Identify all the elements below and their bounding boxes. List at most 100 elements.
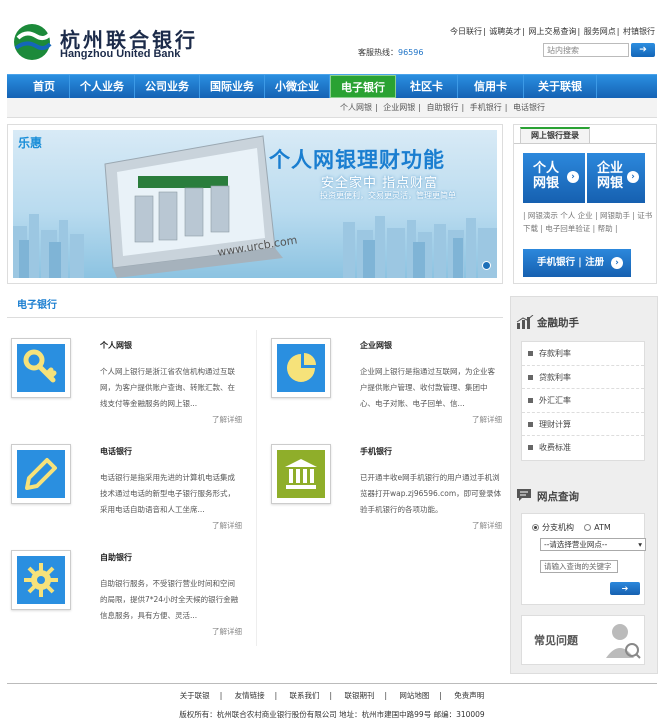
item-title[interactable]: 自助银行: [100, 552, 132, 563]
service-item-personal: 个人网银 个人网上银行是浙江省农信机构通过互联网，为客户提供账户查询、转账汇款、…: [8, 330, 248, 430]
logo-english-name[interactable]: Hangzhou United Bank: [60, 48, 180, 60]
learn-more-link[interactable]: 了解详细: [472, 520, 502, 531]
personal-ebank-icon-box[interactable]: [11, 338, 71, 398]
top-link-today[interactable]: 今日联行: [450, 27, 482, 36]
search-arrow-icon: ➔: [639, 45, 647, 55]
branch-select-value: --请选择营业网点--: [544, 540, 608, 549]
nav-personal[interactable]: 个人业务: [70, 75, 135, 98]
item-description: 已开通丰收e网手机银行的用户通过手机浏览器打开wap.zj96596.com，即…: [360, 473, 502, 514]
item-title[interactable]: 个人网银: [100, 340, 132, 351]
top-links: 今日联行| 诚聘英才| 网上交易查询| 服务网点| 村镇银行: [450, 27, 655, 36]
nav-credit-card[interactable]: 信用卡: [458, 75, 524, 98]
top-link-village-banks[interactable]: 村镇银行: [623, 27, 655, 36]
finance-loan-rate[interactable]: 贷款利率: [522, 366, 644, 389]
item-description: 电话银行是指采用先进的计算机电话集成技术通过电话的新型电子银行服务形式，采用电话…: [100, 473, 235, 514]
branch-query-title: 网点查询: [537, 491, 579, 503]
subnav-self-service[interactable]: 自助银行: [427, 103, 459, 112]
footer-sitemap[interactable]: 网站地图: [399, 691, 429, 700]
right-sidebar: 金融助手 存款利率 贷款利率 外汇汇率 理财计算 收费标准 网点查询 分支机构 …: [510, 296, 658, 674]
footer-journal[interactable]: 联银期刊: [344, 691, 374, 700]
chevron-right-icon: ›: [611, 257, 623, 269]
nav-home[interactable]: 首页: [7, 75, 70, 98]
footer-links: 关于联银 | 友情链接 | 联系我们 | 联银期刊 | 网站地图 | 免责声明: [179, 691, 485, 700]
keyword-input[interactable]: 请输入查询的关键字: [540, 560, 618, 573]
lehui-badge: 乐惠: [18, 136, 43, 150]
bullet-icon: [528, 421, 533, 427]
top-link-trade-query[interactable]: 网上交易查询: [529, 27, 577, 36]
finance-item-label: 收费标准: [539, 443, 571, 452]
finance-fees[interactable]: 收费标准: [522, 436, 644, 460]
nav-small-business[interactable]: 小微企业: [265, 75, 330, 98]
finance-helper-list: 存款利率 贷款利率 外汇汇率 理财计算 收费标准: [521, 341, 645, 461]
finance-item-label: 贷款利率: [539, 372, 571, 382]
subnav-corporate-ebank[interactable]: 企业网银: [383, 103, 415, 112]
faq-box[interactable]: 常见问题: [521, 615, 645, 665]
item-description: 自助银行服务，不受银行营业时间和空间的局限，提供7*24小时全天候的银行金融信息…: [100, 579, 239, 620]
nav-community-card[interactable]: 社区卡: [396, 75, 458, 98]
footer-about[interactable]: 关于联银: [180, 691, 210, 700]
top-link-jobs[interactable]: 诚聘英才: [489, 27, 521, 36]
item-title[interactable]: 手机银行: [360, 446, 392, 457]
phone-bank-icon-box[interactable]: [11, 444, 71, 504]
branch-select[interactable]: --请选择营业网点-- ▾: [540, 538, 646, 551]
enterprise-ebank-icon-box[interactable]: [271, 338, 331, 398]
subnav-personal-ebank[interactable]: 个人网银: [340, 103, 372, 112]
footer-contact[interactable]: 联系我们: [290, 691, 320, 700]
bank-building-icon: [277, 450, 325, 498]
bar-chart-icon: [516, 315, 534, 329]
finance-item-label: 理财计算: [539, 419, 571, 429]
banner-subtitle-2: 投资更便利，交易更灵活，管理更简单: [320, 191, 456, 200]
login-helper-links[interactable]: | 网银演示 个人 企业 | 网银助手 | 证书下载 | 电子回单验证 | 帮助…: [523, 209, 655, 235]
radio-atm[interactable]: [584, 524, 592, 531]
radio-branch[interactable]: [532, 524, 539, 531]
main-nav: 首页 个人业务 公司业务 国际业务 小微企业 电子银行 社区卡 信用卡 关于联银: [7, 74, 657, 98]
search-input[interactable]: 站内搜索: [543, 43, 629, 57]
key-icon: [17, 344, 65, 392]
arrow-right-icon: ➔: [621, 584, 629, 593]
finance-deposit-rate[interactable]: 存款利率: [522, 342, 644, 366]
top-link-outlets[interactable]: 服务网点: [584, 27, 616, 36]
bullet-icon: [528, 351, 533, 356]
tab-ebank-login[interactable]: 网上银行登录: [520, 127, 590, 143]
section-title: 电子银行: [7, 296, 503, 318]
finance-fx-rate[interactable]: 外汇汇率: [522, 389, 644, 413]
item-description: 个人网上银行是浙江省农信机构通过互联网，为客户提供账户查询、转账汇款、在线支付等…: [100, 367, 235, 408]
footer-disclaimer[interactable]: 免责声明: [454, 691, 484, 700]
query-button[interactable]: ➔: [610, 582, 640, 595]
enterprise-ebank-button[interactable]: 企业 网银 ›: [587, 153, 645, 203]
tab-divider: [514, 143, 656, 144]
nav-international[interactable]: 国际业务: [200, 75, 265, 98]
subnav-phone-bank[interactable]: 电话银行: [513, 103, 545, 112]
bank-logo-icon[interactable]: [12, 22, 56, 62]
learn-more-link[interactable]: 了解详细: [212, 626, 242, 637]
carousel-dot[interactable]: [482, 261, 491, 270]
learn-more-link[interactable]: 了解详细: [212, 520, 242, 531]
personal-ebank-button[interactable]: 个人 网银 ›: [523, 153, 585, 203]
finance-item-label: 外汇汇率: [539, 396, 571, 405]
footer-friend-links[interactable]: 友情链接: [235, 691, 265, 700]
mobile-bank-icon-box[interactable]: [271, 444, 331, 504]
mobile-bank-register-button[interactable]: 手机银行 | 注册 ›: [523, 249, 631, 277]
gear-icon: [17, 556, 65, 604]
hotline-number: 96596: [398, 48, 424, 57]
nav-ebanking[interactable]: 电子银行: [330, 75, 396, 98]
subnav-mobile-bank[interactable]: 手机银行: [470, 103, 502, 112]
ebank-login-panel: 网上银行登录 个人 网银 › 企业 网银 › | 网银演示 个人 企业 | 网银…: [513, 124, 657, 284]
self-service-icon-box[interactable]: [11, 550, 71, 610]
learn-more-link[interactable]: 了解详细: [472, 414, 502, 425]
nav-corporate[interactable]: 公司业务: [135, 75, 200, 98]
item-title[interactable]: 电话银行: [100, 446, 132, 457]
branch-query-form: 分支机构 ATM --请选择营业网点-- ▾ 请输入查询的关键字 ➔: [521, 513, 646, 605]
chevron-right-icon: ›: [567, 171, 579, 183]
promo-banner[interactable]: www.urcb.com 乐惠 个人网银理财功能 安全家中 指点财富 投资更便利…: [13, 130, 497, 278]
bullet-icon: [528, 445, 533, 450]
learn-more-link[interactable]: 了解详细: [212, 414, 242, 425]
hotline: 客服热线：96596: [358, 47, 423, 58]
search-button[interactable]: ➔: [631, 43, 655, 57]
finance-helper-title: 金融助手: [537, 317, 579, 329]
faq-label: 常见问题: [534, 634, 578, 647]
customer-service-icon: [606, 624, 641, 659]
item-title[interactable]: 企业网银: [360, 340, 392, 351]
finance-calculator[interactable]: 理财计算: [522, 413, 644, 436]
nav-about[interactable]: 关于联银: [524, 75, 597, 98]
